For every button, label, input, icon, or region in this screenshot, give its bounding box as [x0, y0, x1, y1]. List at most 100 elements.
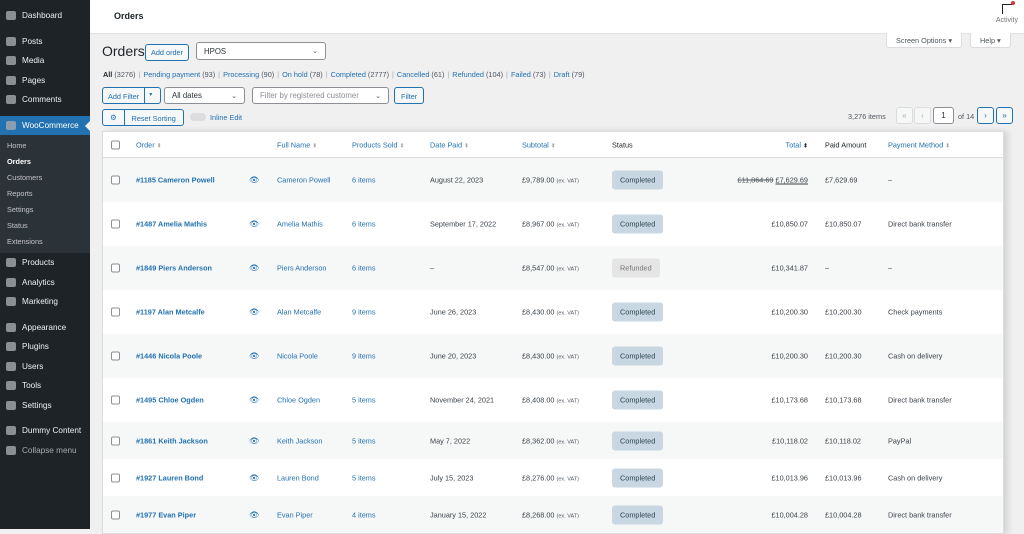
status-badge[interactable]: Completed: [612, 214, 664, 234]
order-link[interactable]: #1977 Evan Piper: [136, 510, 196, 519]
submenu-extensions[interactable]: Extensions: [0, 234, 90, 250]
add-filter-button[interactable]: Add Filter ▾: [102, 87, 161, 104]
help-button[interactable]: Help ▾: [970, 33, 1011, 48]
prev-page-button[interactable]: ‹: [914, 107, 931, 124]
submenu-home[interactable]: Home: [0, 138, 90, 154]
current-page-input[interactable]: 1: [933, 107, 954, 124]
products-link[interactable]: 6 items: [352, 176, 376, 185]
row-checkbox[interactable]: [111, 219, 120, 229]
menu-settings[interactable]: Settings: [0, 396, 90, 416]
menu-analytics[interactable]: Analytics: [0, 273, 90, 293]
row-checkbox[interactable]: [111, 510, 120, 519]
menu-tools[interactable]: Tools: [0, 376, 90, 396]
customer-link[interactable]: Chloe Ogden: [277, 396, 320, 405]
customer-link[interactable]: Alan Metcalfe: [277, 308, 321, 317]
status-badge[interactable]: Completed: [612, 390, 664, 410]
menu-pages[interactable]: Pages: [0, 71, 90, 91]
row-checkbox[interactable]: [111, 473, 120, 482]
status-badge[interactable]: Completed: [612, 468, 664, 487]
view-link[interactable]: Pending payment: [143, 70, 200, 79]
menu-collapse-menu[interactable]: Collapse menu: [0, 441, 90, 461]
col-subtotal[interactable]: Subtotal ⬍: [522, 140, 556, 149]
menu-woocommerce[interactable]: WooCommerce: [0, 115, 90, 135]
customer-link[interactable]: Cameron Powell: [277, 176, 331, 185]
status-badge[interactable]: Completed: [612, 170, 664, 190]
inline-edit-toggle[interactable]: [190, 113, 206, 121]
view-link[interactable]: Completed: [331, 70, 366, 79]
row-checkbox[interactable]: [111, 351, 120, 361]
eye-icon[interactable]: 👁︎: [249, 176, 259, 185]
products-link[interactable]: 9 items: [352, 352, 376, 361]
select-all-checkbox[interactable]: [111, 140, 120, 149]
products-link[interactable]: 5 items: [352, 396, 376, 405]
row-checkbox[interactable]: [111, 436, 120, 445]
order-link[interactable]: #1927 Lauren Bond: [136, 473, 203, 482]
status-badge[interactable]: Refunded: [612, 258, 660, 278]
view-link[interactable]: Cancelled: [397, 70, 429, 79]
row-checkbox[interactable]: [111, 395, 120, 405]
order-link[interactable]: #1861 Keith Jackson: [136, 436, 208, 445]
menu-marketing[interactable]: Marketing: [0, 292, 90, 312]
row-checkbox[interactable]: [111, 263, 120, 273]
menu-dummy-content[interactable]: Dummy Content: [0, 421, 90, 441]
caret-down-icon[interactable]: ▾: [145, 88, 156, 103]
menu-dashboard[interactable]: Dashboard: [0, 6, 90, 26]
screen-options-button[interactable]: Screen Options ▾: [886, 33, 962, 48]
products-link[interactable]: 9 items: [352, 308, 376, 317]
row-checkbox[interactable]: [111, 307, 120, 317]
eye-icon[interactable]: 👁︎: [249, 264, 259, 273]
menu-plugins[interactable]: Plugins: [0, 337, 90, 357]
status-badge[interactable]: Completed: [612, 346, 664, 366]
eye-icon[interactable]: 👁︎: [249, 473, 259, 482]
view-link[interactable]: Failed: [511, 70, 531, 79]
last-page-button[interactable]: »: [996, 107, 1013, 124]
col-date-paid[interactable]: Date Paid ⬍: [430, 140, 469, 149]
customer-link[interactable]: Lauren Bond: [277, 473, 319, 482]
customer-link[interactable]: Nicola Poole: [277, 352, 318, 361]
products-link[interactable]: 6 items: [352, 220, 376, 229]
menu-products[interactable]: Products: [0, 253, 90, 273]
customer-link[interactable]: Keith Jackson: [277, 436, 322, 445]
order-link[interactable]: #1849 Piers Anderson: [136, 264, 212, 273]
products-link[interactable]: 5 items: [352, 436, 376, 445]
submenu-settings[interactable]: Settings: [0, 202, 90, 218]
col-order[interactable]: Order ⬍: [136, 140, 162, 149]
products-link[interactable]: 5 items: [352, 473, 376, 482]
view-link[interactable]: Processing: [223, 70, 259, 79]
activity-button[interactable]: Activity: [996, 1, 1018, 24]
customer-link[interactable]: Piers Anderson: [277, 264, 327, 273]
eye-icon[interactable]: 👁︎: [249, 352, 259, 361]
submenu-customers[interactable]: Customers: [0, 170, 90, 186]
view-select[interactable]: HPOS ⌄: [196, 42, 326, 60]
eye-icon[interactable]: 👁︎: [249, 510, 259, 519]
eye-icon[interactable]: 👁︎: [249, 308, 259, 317]
filter-button[interactable]: Filter: [394, 87, 425, 104]
col-products-sold[interactable]: Products Sold ⬍: [352, 140, 404, 149]
order-link[interactable]: #1185 Cameron Powell: [136, 176, 215, 185]
menu-comments[interactable]: Comments: [0, 90, 90, 110]
products-link[interactable]: 6 items: [352, 264, 376, 273]
col-full-name[interactable]: Full Name ⬍: [277, 140, 317, 149]
row-checkbox[interactable]: [111, 175, 120, 185]
customer-link[interactable]: Amelia Mathis: [277, 220, 323, 229]
menu-posts[interactable]: Posts: [0, 32, 90, 52]
order-link[interactable]: #1487 Amelia Mathis: [136, 220, 207, 229]
customer-filter-select[interactable]: Filter by registered customer ⌄: [252, 87, 389, 104]
gear-icon[interactable]: ⚙: [103, 110, 125, 125]
order-link[interactable]: #1495 Chloe Ogden: [136, 396, 204, 405]
submenu-orders[interactable]: Orders: [0, 154, 90, 170]
submenu-reports[interactable]: Reports: [0, 186, 90, 202]
menu-media[interactable]: Media: [0, 51, 90, 71]
next-page-button[interactable]: ›: [977, 107, 994, 124]
view-all[interactable]: All: [103, 70, 112, 79]
products-link[interactable]: 4 items: [352, 510, 376, 519]
menu-users[interactable]: Users: [0, 357, 90, 377]
order-link[interactable]: #1446 Nicola Poole: [136, 352, 202, 361]
view-link[interactable]: Refunded: [452, 70, 484, 79]
col-payment-method[interactable]: Payment Method ⬍: [888, 140, 950, 149]
eye-icon[interactable]: 👁︎: [249, 396, 259, 405]
view-link[interactable]: On hold: [282, 70, 308, 79]
status-badge[interactable]: Completed: [612, 505, 664, 524]
status-badge[interactable]: Completed: [612, 302, 664, 322]
add-order-button[interactable]: Add order: [145, 44, 190, 61]
